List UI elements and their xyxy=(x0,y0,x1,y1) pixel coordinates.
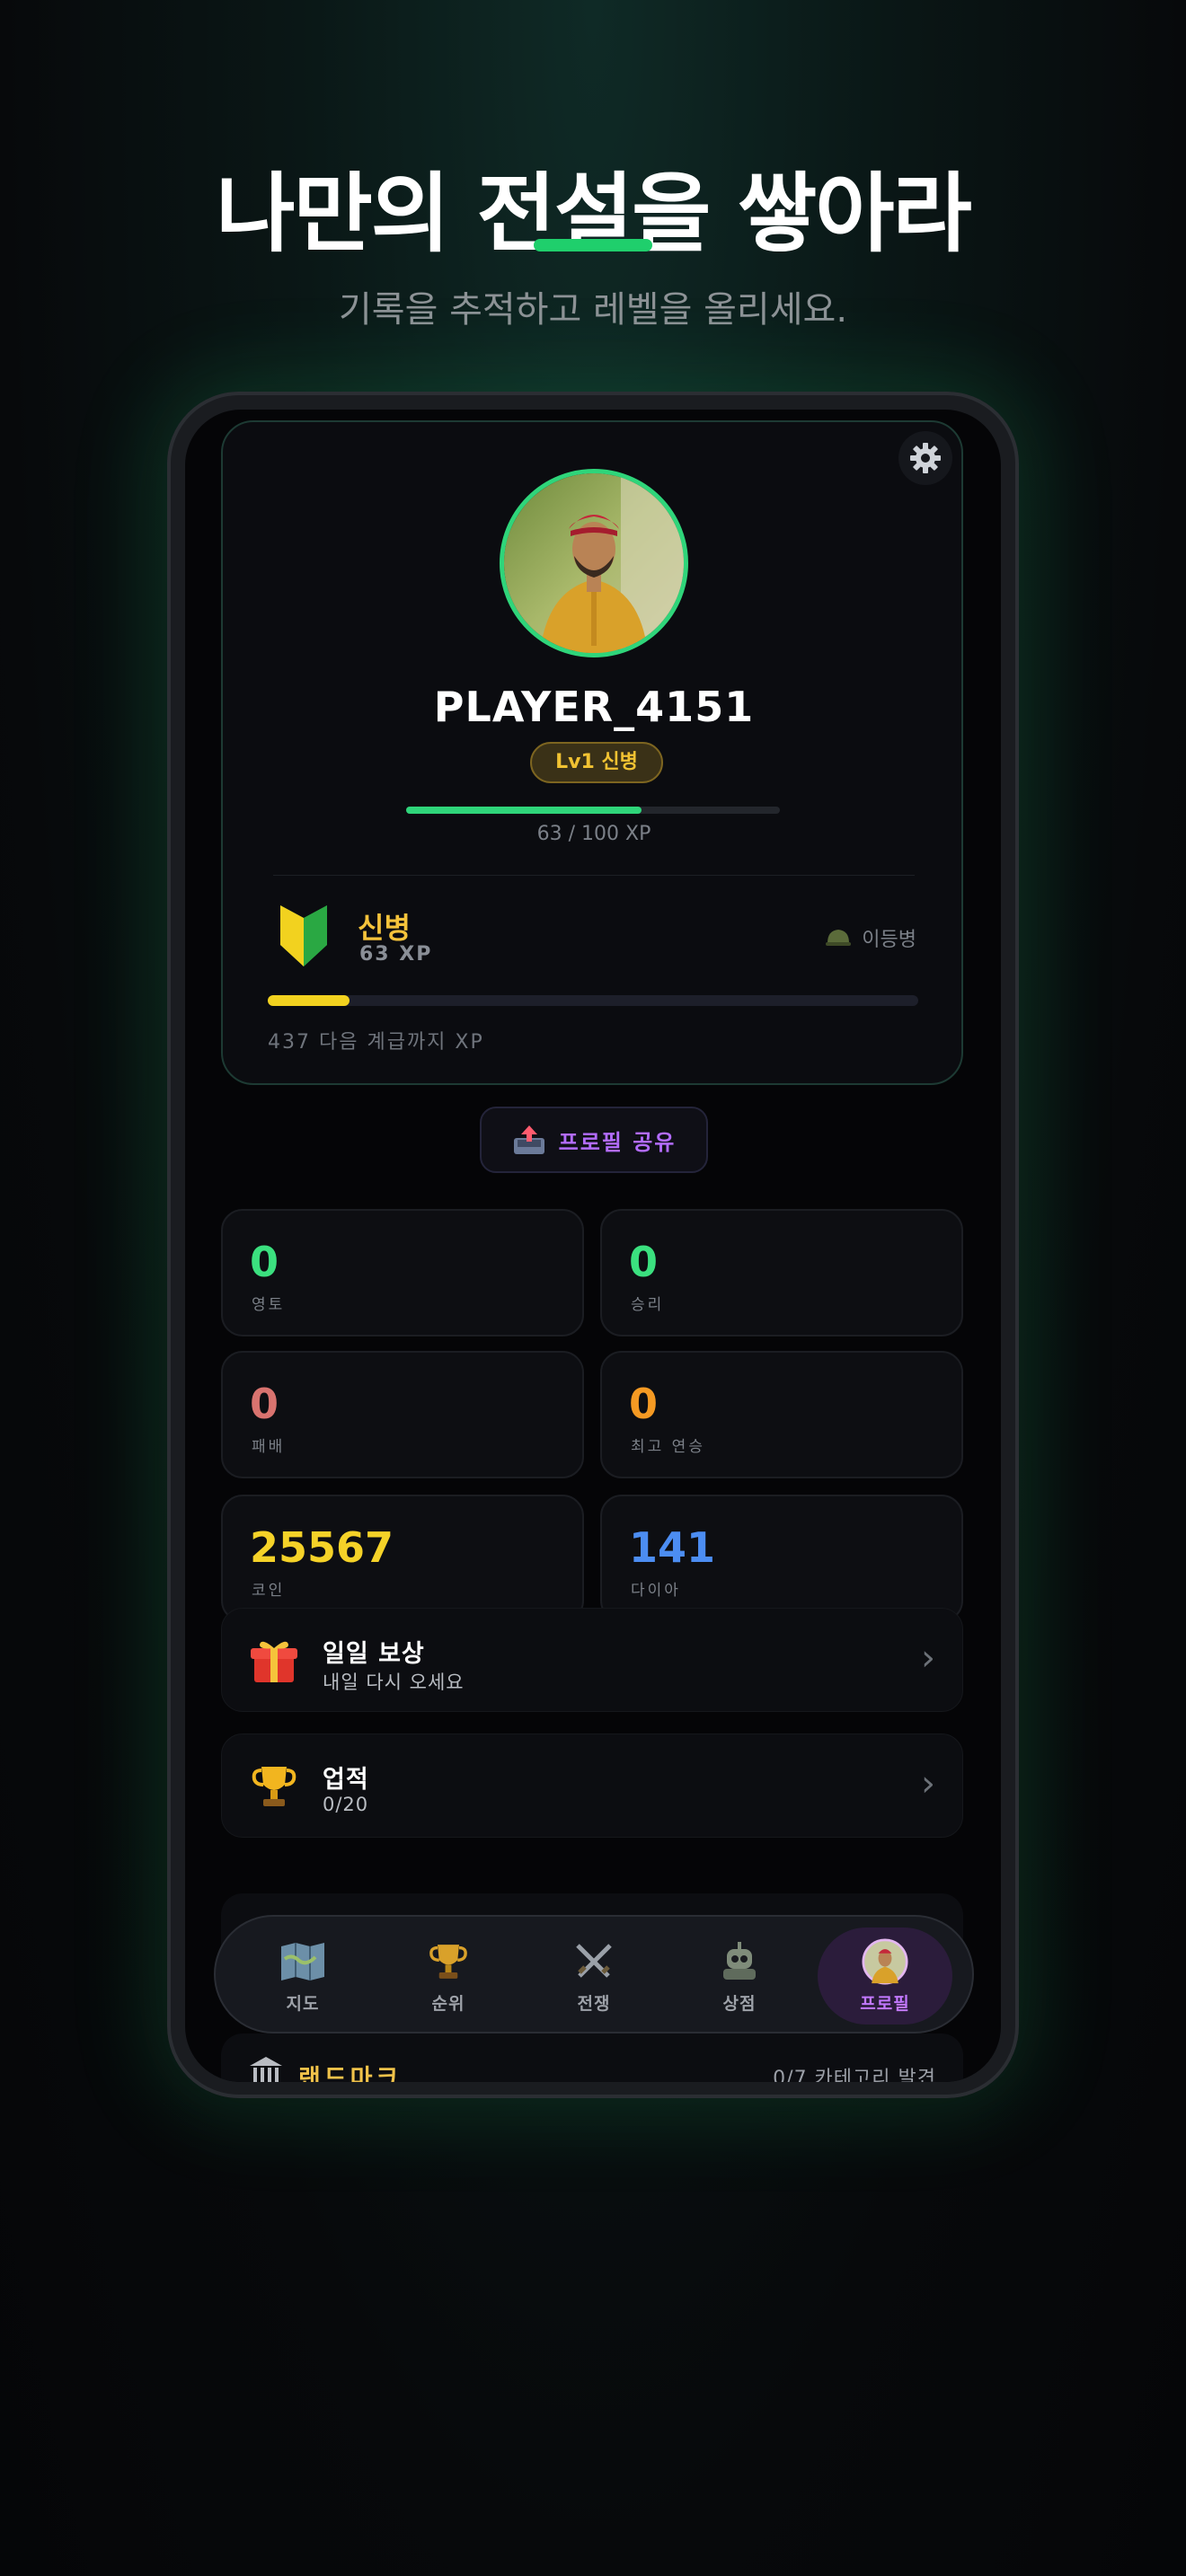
player-name: PLAYER_4151 xyxy=(433,683,755,731)
stat-card-wins: 0 승리 xyxy=(600,1209,963,1337)
share-profile-button[interactable]: 프로필 공유 xyxy=(480,1107,708,1173)
level-badge: Lv1 신병 xyxy=(530,742,663,783)
tab-label: 전쟁 xyxy=(577,1993,611,2014)
xp-progress-fill xyxy=(406,807,642,814)
stat-value: 0 xyxy=(629,1380,659,1428)
tab-label: 지도 xyxy=(286,1993,320,2014)
tab-label: 상점 xyxy=(722,1993,757,2014)
landmark-icon xyxy=(250,2057,282,2082)
xp-progress-bar xyxy=(406,807,780,814)
achievements-row[interactable]: 업적 0/20 › xyxy=(221,1734,963,1838)
stat-label: 코인 xyxy=(252,1582,286,1600)
stat-value: 0 xyxy=(250,1238,279,1286)
landmarks-row[interactable]: 랜드마크 0/7 카테고리 발견 xyxy=(221,2033,963,2082)
landmarks-title: 랜드마크 xyxy=(298,2065,403,2082)
daily-reward-subtitle: 내일 다시 오세요 xyxy=(323,1672,465,1693)
stat-label: 영토 xyxy=(252,1296,286,1314)
rank-progress-bar xyxy=(268,995,918,1006)
hero-underline xyxy=(534,239,652,251)
avatar-photo xyxy=(504,473,684,653)
hero-subtitle: 기록을 추적하고 레벨을 올리세요. xyxy=(338,289,848,331)
stat-card-territory: 0 영토 xyxy=(221,1209,584,1337)
share-profile-label: 프로필 공유 xyxy=(558,1129,677,1155)
helmet-icon xyxy=(826,930,852,946)
next-rank-label: 이등병 xyxy=(862,929,916,951)
tab-label: 프로필 xyxy=(860,1993,910,2014)
stat-value: 141 xyxy=(629,1523,716,1572)
avatar[interactable] xyxy=(500,469,688,657)
divider xyxy=(273,875,915,876)
app-screen: PLAYER_4151 Lv1 신병 63 / 100 XP 신병 63 XP … xyxy=(185,410,1001,2082)
chevron-right-icon: › xyxy=(921,1637,935,1679)
crossed-swords-icon xyxy=(576,1943,612,1978)
tab-rankings[interactable]: 순위 xyxy=(381,1928,516,2025)
trophy-icon xyxy=(252,1767,296,1806)
stat-value: 0 xyxy=(629,1238,659,1286)
stat-value: 25567 xyxy=(250,1523,394,1572)
daily-reward-title: 일일 보상 xyxy=(323,1640,425,1668)
rank-next-text: 437 다음 계급까지 XP xyxy=(268,1031,484,1054)
stat-label: 최고 연승 xyxy=(631,1438,705,1456)
tab-profile[interactable]: 프로필 xyxy=(818,1928,952,2025)
stat-label: 승리 xyxy=(631,1296,665,1314)
rank-xp: 63 XP xyxy=(359,943,433,966)
rank-name: 신병 xyxy=(358,911,411,945)
stat-card-coins: 25567 코인 xyxy=(221,1495,584,1622)
stat-card-best-streak: 0 최고 연승 xyxy=(600,1351,963,1478)
map-icon xyxy=(281,1942,324,1981)
outbox-icon xyxy=(513,1125,544,1154)
chevron-right-icon: › xyxy=(921,1763,935,1804)
daily-reward-row[interactable]: 일일 보상 내일 다시 오세요 › xyxy=(221,1608,963,1712)
achievements-subtitle: 0/20 xyxy=(323,1794,369,1815)
stat-card-losses: 0 패배 xyxy=(221,1351,584,1478)
tab-shop[interactable]: 상점 xyxy=(672,1928,807,2025)
gear-icon xyxy=(910,443,941,473)
landmarks-count: 0/7 카테고리 발견 xyxy=(773,2068,936,2082)
bottom-tab-bar: 지도 순위 전쟁 상점 프로필 xyxy=(214,1915,974,2033)
stat-label: 다이아 xyxy=(631,1582,681,1600)
next-rank: 이등병 xyxy=(826,923,916,952)
shop-robot-icon xyxy=(723,1941,756,1980)
rank-chevron-icon xyxy=(280,905,327,966)
stat-card-diamonds: 141 다이아 xyxy=(600,1495,963,1622)
achievements-title: 업적 xyxy=(323,1766,369,1794)
xp-text: 63 / 100 XP xyxy=(536,823,651,845)
tab-map[interactable]: 지도 xyxy=(235,1928,370,2025)
settings-button[interactable] xyxy=(898,431,952,485)
profile-card: PLAYER_4151 Lv1 신병 63 / 100 XP 신병 63 XP … xyxy=(221,420,963,1085)
avatar-icon xyxy=(862,1937,908,1985)
stat-label: 패배 xyxy=(252,1438,286,1456)
stat-value: 0 xyxy=(250,1380,279,1428)
rank-progress-fill xyxy=(268,995,350,1006)
tab-label: 순위 xyxy=(431,1993,465,2014)
tab-war[interactable]: 전쟁 xyxy=(527,1928,661,2025)
trophy-icon xyxy=(429,1944,467,1979)
gift-icon xyxy=(251,1641,297,1682)
